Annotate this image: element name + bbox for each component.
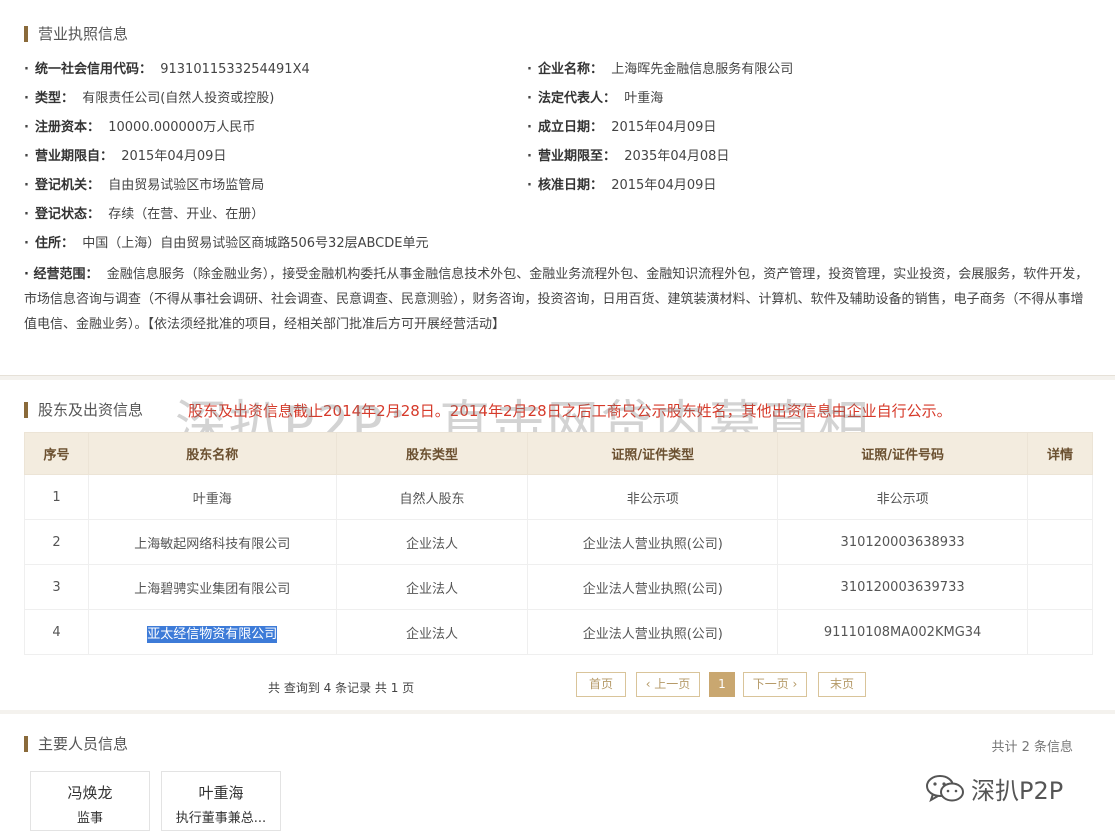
cell-detail[interactable] [1027,609,1093,655]
cell-name: 亚太经信物资有限公司 [87,609,337,655]
type-value: 有限责任公司(自然人投资或控股) [82,91,275,106]
cell-type: 企业法人 [335,519,529,565]
page-1-button[interactable]: 1 [709,672,735,697]
cell-cert-type: 企业法人营业执照(公司) [527,564,779,610]
authority-label: 登记机关： [34,178,100,193]
company-name-value: 上海晖先金融信息服务有限公司 [611,62,794,77]
capital-label: 注册资本： [34,120,100,135]
term-from-value: 2015年04月09日 [121,149,227,164]
cell-name: 叶重海 [87,474,337,520]
founded-label: 成立日期： [537,120,603,135]
cell-cert-no: 310120003639733 [777,564,1029,610]
first-page-button[interactable]: 首页 [576,672,626,697]
approved-row: · 核准日期： 2015年04月09日 [527,178,717,193]
col-header-cert-no: 证照/证件号码 [777,432,1029,475]
founded-row: · 成立日期： 2015年04月09日 [527,120,717,135]
cell-cert-no: 91110108MA002KMG34 [777,609,1029,655]
approved-value: 2015年04月09日 [611,178,717,193]
credit-code-label: 统一社会信用代码： [34,62,152,77]
table-header-row: 序号 股东名称 股东类型 证照/证件类型 证照/证件号码 详情 [24,432,1093,475]
cell-index: 1 [24,474,89,520]
col-header-detail: 详情 [1027,432,1093,475]
cell-name: 上海敏起网络科技有限公司 [87,519,337,565]
cell-index: 4 [24,609,89,655]
status-row: · 登记状态： 存续（在营、开业、在册） [24,207,265,222]
col-header-type: 股东类型 [335,432,529,475]
col-header-cert-type: 证照/证件类型 [527,432,779,475]
table-row: 4 亚太经信物资有限公司 企业法人 企业法人营业执照(公司) 91110108M… [24,609,1093,655]
scope-value: 金融信息服务（除金融业务），接受金融机构委托从事金融信息技术外包、金融业务流程外… [24,267,1089,332]
table-row: 3 上海碧骋实业集团有限公司 企业法人 企业法人营业执照(公司) 3101200… [24,564,1093,610]
cell-cert-type: 非公示项 [527,474,779,520]
person-role: 监事 [76,811,103,826]
scope-row: · 经营范围： 金融信息服务（除金融业务），接受金融机构委托从事金融信息技术外包… [24,267,1089,332]
status-label: 登记状态： [34,207,100,222]
term-to-row: · 营业期限至： 2035年04月08日 [527,149,730,164]
wechat-icon [926,774,964,802]
cell-name: 上海碧骋实业集团有限公司 [87,564,337,610]
founded-value: 2015年04月09日 [611,120,717,135]
type-label: 类型： [34,91,74,106]
address-row: · 住所： 中国（上海）自由贸易试验区商城路506号32层ABCDE单元 [24,236,429,251]
cell-index: 3 [24,564,89,610]
term-from-label: 营业期限自： [34,149,113,164]
cell-type: 企业法人 [335,609,529,655]
person-name: 冯焕龙 [67,784,113,802]
selected-text-highlight[interactable]: 亚太经信物资有限公司 [147,625,278,643]
company-name-label: 企业名称： [537,62,603,77]
capital-row: · 注册资本： 10000.000000万人民币 [24,120,256,135]
term-from-row: · 营业期限自： 2015年04月09日 [24,149,227,164]
authority-row: · 登记机关： 自由贸易试验区市场监管局 [24,178,265,193]
table-row: 1 叶重海 自然人股东 非公示项 非公示项 [24,474,1093,520]
brand-watermark: 深扒P2P [925,771,1063,806]
term-to-value: 2035年04月08日 [624,149,730,164]
cell-detail[interactable] [1027,564,1093,610]
prev-page-button[interactable]: ‹ 上一页 [636,672,700,697]
type-row: · 类型： 有限责任公司(自然人投资或控股) [24,91,275,106]
approved-label: 核准日期： [537,178,603,193]
cell-index: 2 [24,519,89,565]
legal-rep-label: 法定代表人： [537,91,616,106]
company-name-row: · 企业名称： 上海晖先金融信息服务有限公司 [527,62,794,77]
cell-cert-no: 310120003638933 [777,519,1029,565]
person-name: 叶重海 [198,784,244,802]
credit-code-row: · 统一社会信用代码： 9131011533254491X4 [24,62,310,77]
authority-value: 自由贸易试验区市场监管局 [108,178,265,193]
shareholders-notice: 股东及出资信息截止2014年2月28日。2014年2月28日之后工商只公示股东姓… [188,402,952,420]
credit-code-value: 9131011533254491X4 [160,62,310,77]
cell-cert-type: 企业法人营业执照(公司) [527,519,779,565]
cell-type: 自然人股东 [335,474,529,520]
col-header-index: 序号 [24,432,89,475]
legal-rep-row: · 法定代表人： 叶重海 [527,91,664,106]
cell-cert-no: 非公示项 [777,474,1029,520]
legal-rep-value: 叶重海 [624,91,664,106]
cell-cert-type: 企业法人营业执照(公司) [527,609,779,655]
pagination-summary: 共 查询到 4 条记录 共 1 页 [268,681,415,695]
next-page-button[interactable]: 下一页 › [743,672,807,697]
shareholders-section-title: 股东及出资信息 [24,402,143,418]
personnel-count: 共计 2 条信息 [991,740,1073,755]
person-role: 执行董事兼总... [175,811,267,826]
scope-label: 经营范围： [33,267,99,282]
capital-value: 10000.000000万人民币 [108,120,256,135]
cell-detail[interactable] [1027,474,1093,520]
brand-text: 深扒P2P [971,777,1064,805]
cell-type: 企业法人 [335,564,529,610]
personnel-section-title: 主要人员信息 [24,736,128,752]
col-header-name: 股东名称 [87,432,337,475]
cell-detail[interactable] [1027,519,1093,565]
license-section-title: 营业执照信息 [24,26,128,42]
status-value: 存续（在营、开业、在册） [108,207,265,222]
person-card[interactable]: 冯焕龙 监事 [30,771,150,831]
address-value: 中国（上海）自由贸易试验区商城路506号32层ABCDE单元 [82,236,429,251]
shareholders-table: 序号 股东名称 股东类型 证照/证件类型 证照/证件号码 详情 1 叶重海 自然… [24,432,1093,655]
address-label: 住所： [34,236,74,251]
table-row: 2 上海敏起网络科技有限公司 企业法人 企业法人营业执照(公司) 3101200… [24,519,1093,565]
term-to-label: 营业期限至： [537,149,616,164]
person-card[interactable]: 叶重海 执行董事兼总... [161,771,281,831]
last-page-button[interactable]: 末页 [818,672,866,697]
